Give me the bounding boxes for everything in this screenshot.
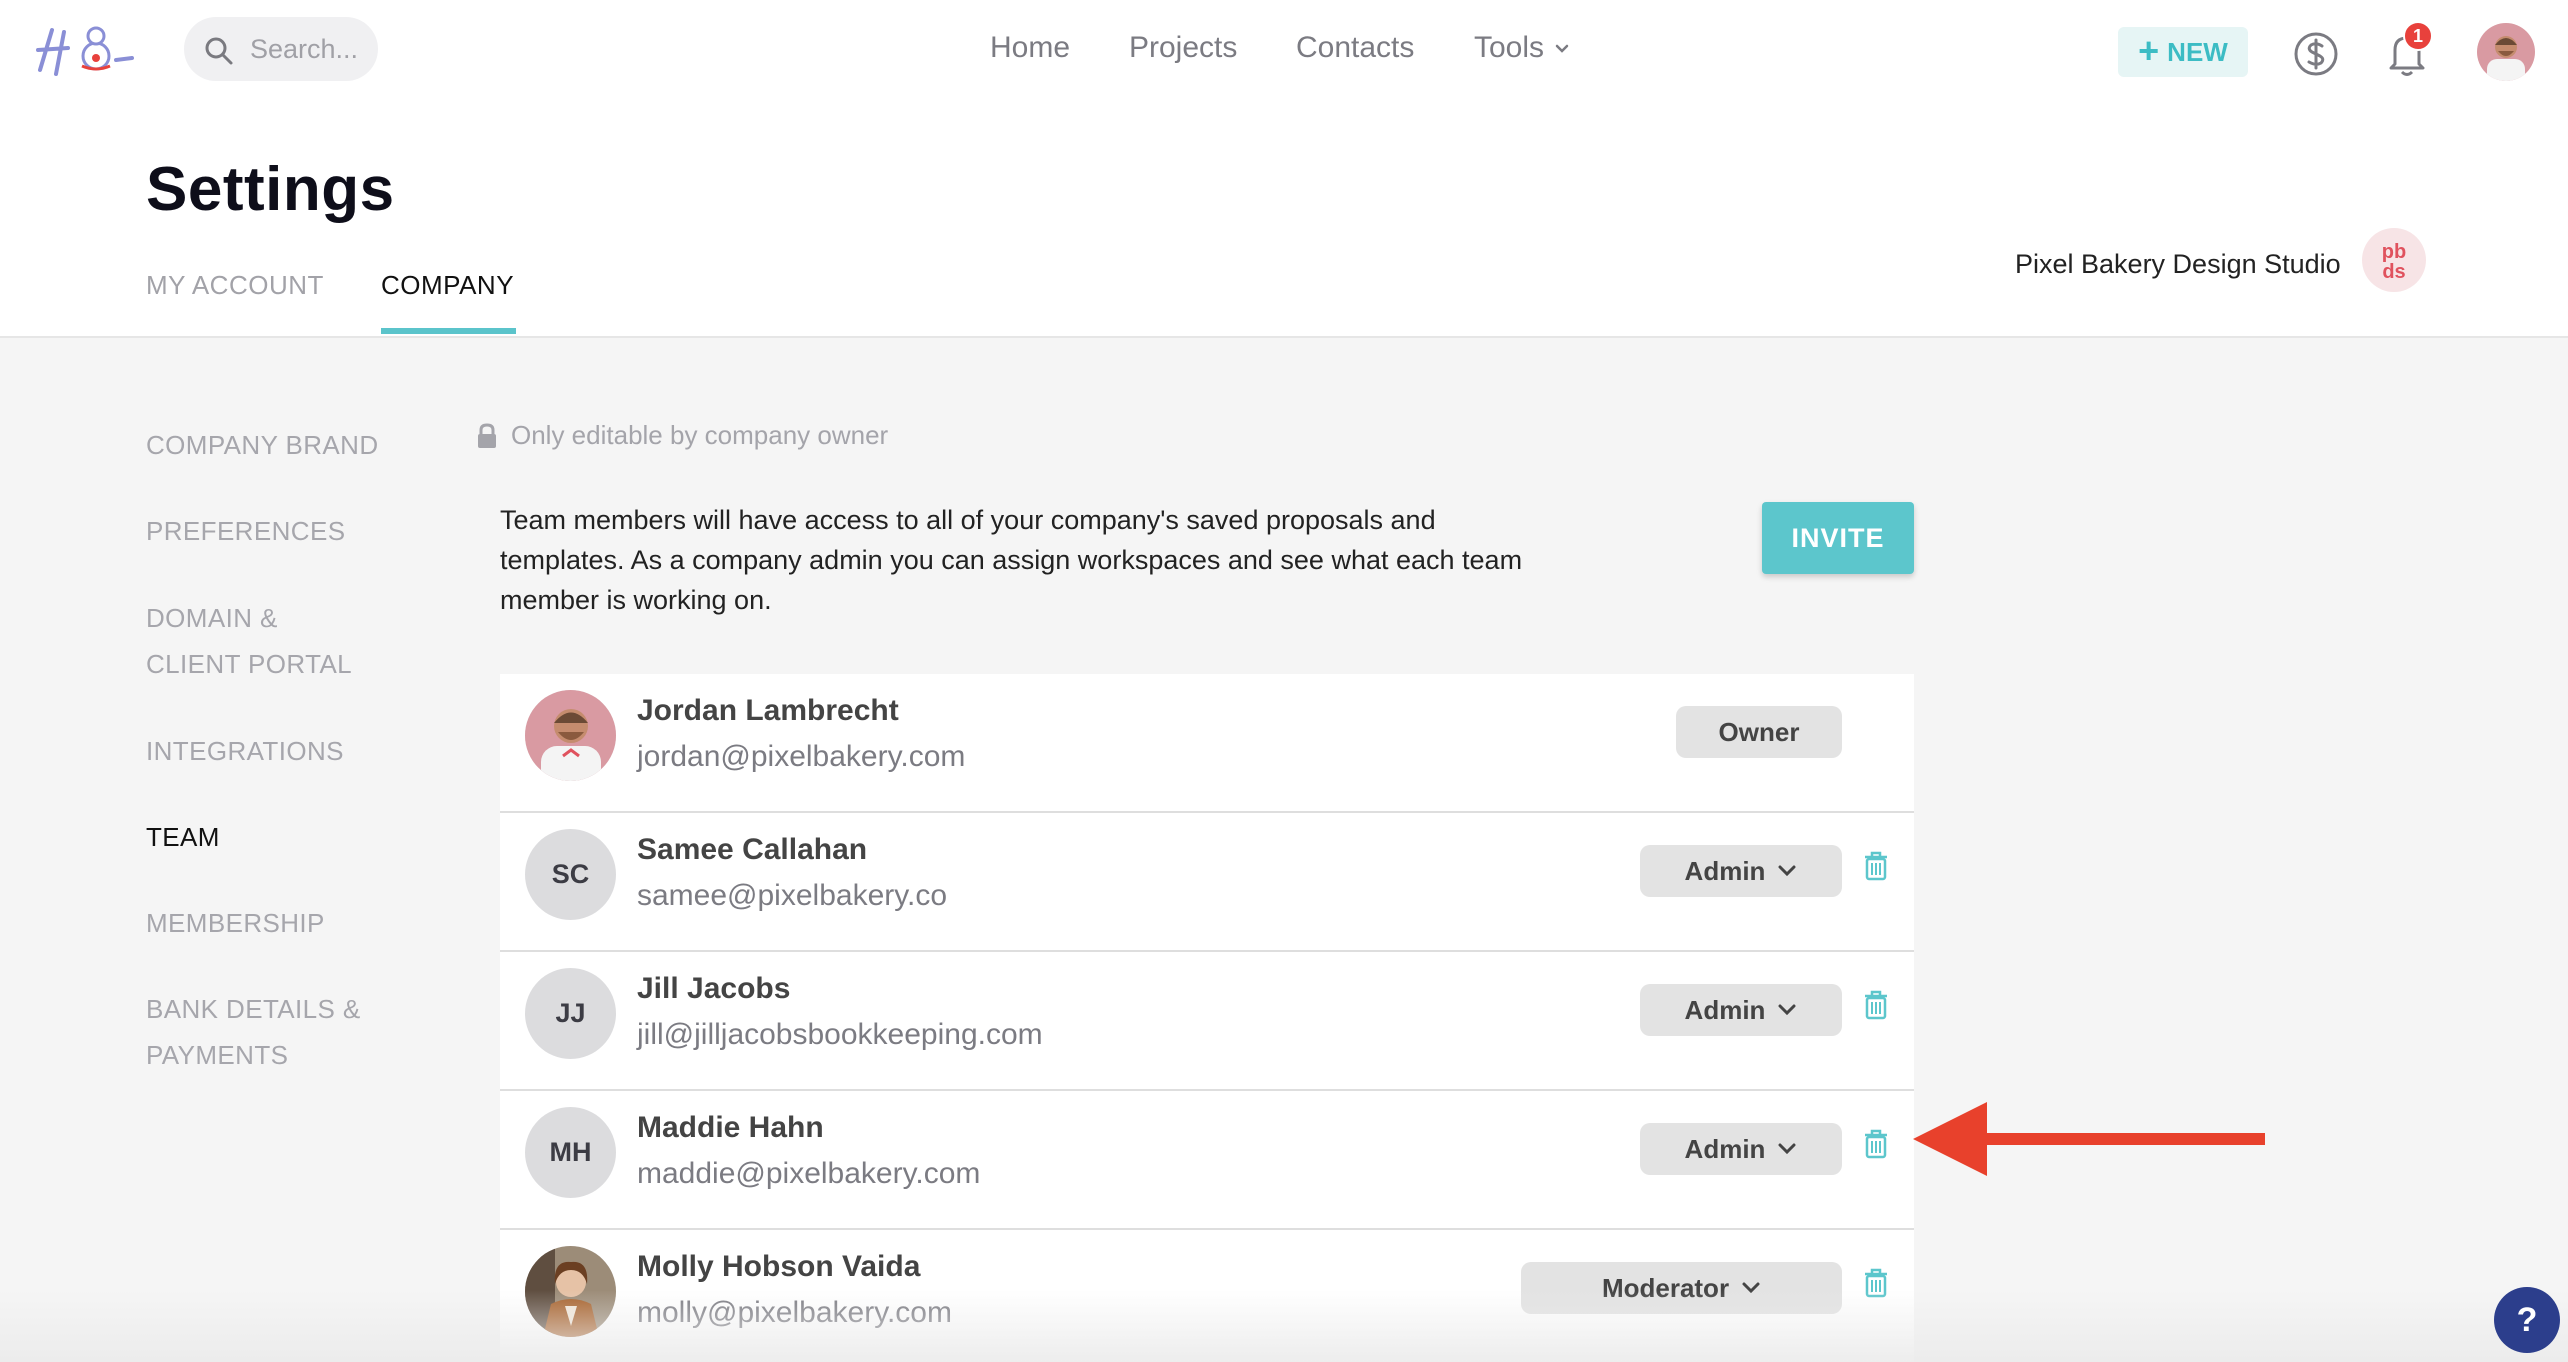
user-avatar[interactable] <box>2477 23 2535 81</box>
top-navbar: Home Projects Contacts Tools + NEW 1 <box>0 0 2568 100</box>
trash-icon[interactable] <box>1864 1129 1888 1159</box>
member-photo <box>525 690 616 781</box>
member-email: jordan@pixelbakery.com <box>637 740 966 773</box>
help-button[interactable]: ? <box>2494 1287 2560 1353</box>
sidebar-item-label-line2: PAYMENTS <box>146 1040 289 1070</box>
search-icon <box>205 37 233 65</box>
lock-icon <box>478 422 496 448</box>
user-photo <box>2477 23 2535 81</box>
sidebar-item-membership[interactable]: MEMBERSHIP <box>146 900 325 946</box>
team-intro-text: Team members will have access to all of … <box>500 505 1523 615</box>
member-photo <box>525 1246 616 1337</box>
annotation-arrow-icon <box>1913 1102 2265 1176</box>
svg-text:ds: ds <box>2382 261 2405 283</box>
trash-icon[interactable] <box>1864 851 1888 881</box>
member-name: Samee Callahan <box>637 833 868 866</box>
notification-badge: 1 <box>2403 21 2433 51</box>
role-label: Admin <box>1684 1133 1766 1164</box>
team-row: SC Samee Callahan samee@pixelbakery.co A… <box>500 813 1914 952</box>
settings-header: Settings MY ACCOUNT COMPANY Pixel Bakery… <box>0 100 2568 338</box>
sidebar-item-label: DOMAIN & <box>146 603 278 633</box>
lock-note: Only editable by company owner <box>477 420 888 451</box>
search-input[interactable] <box>250 17 374 81</box>
role-dropdown[interactable]: Admin <box>1640 984 1842 1036</box>
company-name: Pixel Bakery Design Studio <box>2015 249 2341 279</box>
search-box[interactable] <box>184 17 378 81</box>
chevron-down-icon <box>1742 1282 1760 1294</box>
invite-button[interactable]: INVITE <box>1762 502 1914 574</box>
tab-my-account[interactable]: MY ACCOUNT <box>146 268 324 302</box>
member-email: jill@jilljacobsbookkeeping.com <box>637 1018 1043 1051</box>
trash-icon[interactable] <box>1864 1268 1888 1298</box>
sidebar-item-label: INTEGRATIONS <box>146 736 344 766</box>
team-member-list: Jordan Lambrecht jordan@pixelbakery.com … <box>500 674 1914 1362</box>
lock-note-text: Only editable by company owner <box>511 420 889 450</box>
sidebar-item-label: COMPANY BRAND <box>146 430 379 460</box>
page-title: Settings <box>146 155 395 224</box>
chevron-down-icon <box>1555 44 1569 53</box>
sidebar-item-integrations[interactable]: INTEGRATIONS <box>146 728 344 774</box>
sidebar-item-label: PREFERENCES <box>146 516 346 546</box>
team-row: Jordan Lambrecht jordan@pixelbakery.com … <box>500 674 1914 813</box>
member-name: Jill Jacobs <box>637 972 791 1005</box>
role-dropdown[interactable]: Moderator <box>1521 1262 1842 1314</box>
new-button-label: NEW <box>2167 36 2228 67</box>
member-avatar <box>525 690 616 781</box>
sidebar-item-preferences[interactable]: PREFERENCES <box>146 508 345 554</box>
member-avatar: SC <box>525 829 616 920</box>
nav-home-link[interactable]: Home <box>990 28 1070 68</box>
member-name: Molly Hobson Vaida <box>637 1250 921 1283</box>
sidebar-item-bank-details-payments[interactable]: BANK DETAILS & PAYMENTS <box>146 986 361 1078</box>
member-avatar <box>525 1246 616 1337</box>
company-logo-mark: pb ds <box>2382 241 2406 283</box>
sidebar-item-team[interactable]: TEAM <box>146 814 220 860</box>
role-dropdown[interactable]: Admin <box>1640 845 1842 897</box>
member-avatar: MH <box>525 1107 616 1198</box>
member-initials: SC <box>551 859 590 889</box>
team-row: JJ Jill Jacobs jill@jilljacobsbookkeepin… <box>500 952 1914 1091</box>
nav-projects-link[interactable]: Projects <box>1129 28 1237 68</box>
company-logo[interactable]: pb ds <box>2362 228 2426 292</box>
member-name: Maddie Hahn <box>637 1111 824 1144</box>
sidebar-item-label: MEMBERSHIP <box>146 908 325 938</box>
nav-contacts-link[interactable]: Contacts <box>1296 28 1414 68</box>
plus-icon: + <box>2138 29 2160 71</box>
role-label: Admin <box>1684 855 1766 886</box>
member-avatar: JJ <box>525 968 616 1059</box>
trash-icon[interactable] <box>1864 990 1888 1020</box>
sidebar-item-label-line2: CLIENT PORTAL <box>146 649 353 679</box>
sidebar-item-company-brand[interactable]: COMPANY BRAND <box>146 422 379 468</box>
active-tab-indicator <box>381 328 516 334</box>
member-email: maddie@pixelbakery.com <box>637 1157 981 1190</box>
role-badge: Owner <box>1676 706 1842 758</box>
member-initials: JJ <box>555 998 586 1028</box>
new-button[interactable]: + NEW <box>2118 27 2248 77</box>
app-logo[interactable] <box>34 20 138 84</box>
member-name: Jordan Lambrecht <box>637 694 899 727</box>
role-dropdown[interactable]: Admin <box>1640 1123 1842 1175</box>
chevron-down-icon <box>1778 1143 1796 1155</box>
nav-tools-label: Tools <box>1474 31 1545 64</box>
team-row: MH Maddie Hahn maddie@pixelbakery.com Ad… <box>500 1091 1914 1230</box>
sidebar-item-domain-client-portal[interactable]: DOMAIN & CLIENT PORTAL <box>146 595 352 687</box>
member-initials: MH <box>549 1137 592 1167</box>
sidebar-item-label: BANK DETAILS & <box>146 994 361 1024</box>
svg-text:pb: pb <box>2382 241 2406 263</box>
member-email: molly@pixelbakery.com <box>637 1296 952 1329</box>
member-email: samee@pixelbakery.co <box>637 879 948 912</box>
chevron-down-icon <box>1778 1004 1796 1016</box>
team-row: Molly Hobson Vaida molly@pixelbakery.com… <box>500 1230 1914 1362</box>
role-label: Owner <box>1718 716 1800 747</box>
nav-tools-dropdown[interactable]: Tools <box>1474 28 1570 68</box>
dollar-icon[interactable] <box>2293 31 2339 77</box>
chevron-down-icon <box>1778 865 1796 877</box>
sidebar-item-label: TEAM <box>146 822 220 852</box>
role-label: Moderator <box>1601 1272 1730 1303</box>
tab-company[interactable]: COMPANY <box>381 268 514 302</box>
role-label: Admin <box>1684 994 1766 1025</box>
